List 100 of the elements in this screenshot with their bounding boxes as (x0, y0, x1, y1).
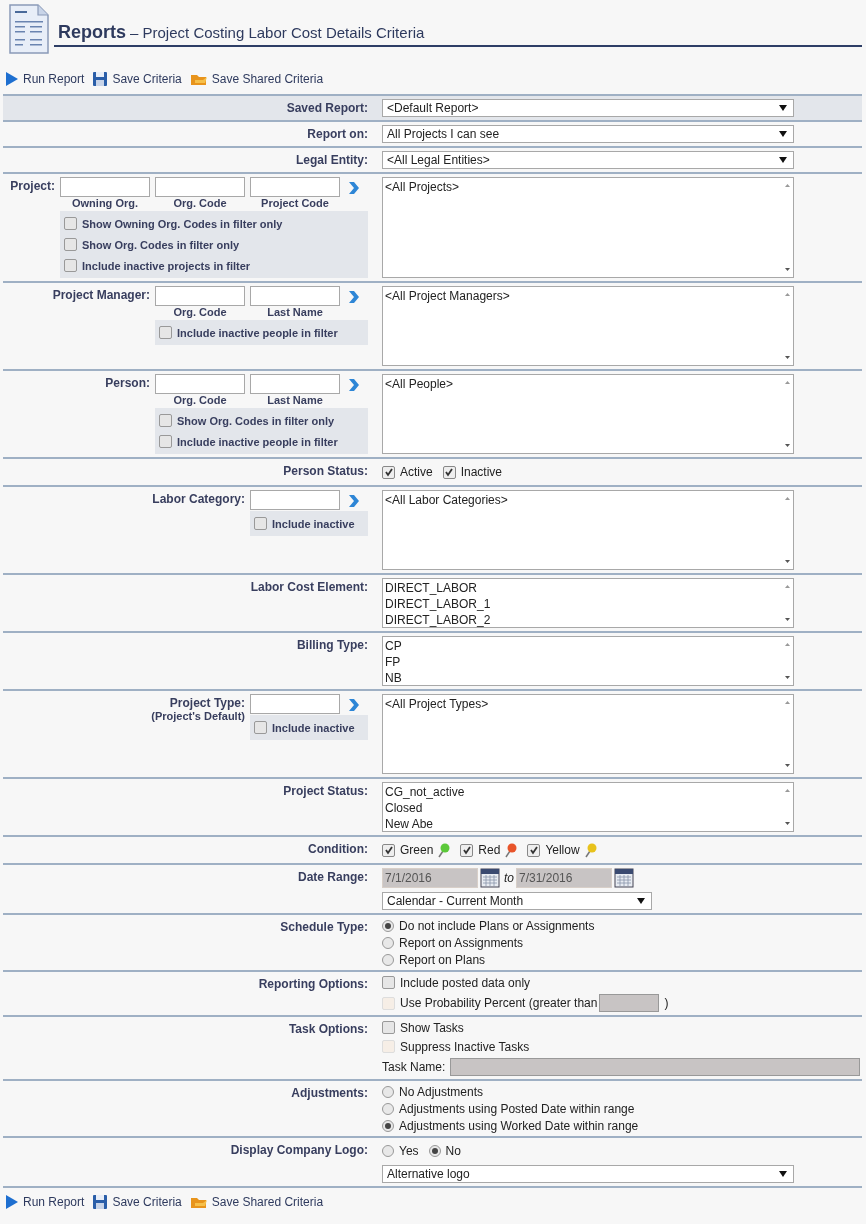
scroll-up-icon[interactable] (784, 700, 791, 705)
scroll-down-icon[interactable] (784, 355, 791, 360)
start-date-field[interactable]: 7/1/2016 (382, 868, 478, 888)
checkbox[interactable] (382, 843, 395, 857)
list-item[interactable]: <All Labor Categories> (385, 492, 508, 508)
save-button[interactable]: Save Criteria (92, 1194, 182, 1210)
dropdown[interactable]: All Projects I can see (382, 125, 794, 143)
chevron-right-icon[interactable] (348, 494, 360, 508)
checkbox[interactable] (159, 326, 172, 339)
chevron-right-icon[interactable] (348, 378, 360, 392)
checkbox[interactable] (442, 465, 456, 479)
list-box[interactable]: CP FP NB (382, 636, 794, 686)
filter-field[interactable] (250, 374, 340, 394)
radio-button[interactable] (382, 936, 394, 949)
scroll-down-icon[interactable] (784, 267, 791, 272)
list-box[interactable]: <All People> (382, 374, 794, 454)
list-item[interactable]: <All People> (385, 376, 454, 392)
run-button[interactable]: Run Report (5, 71, 85, 87)
checkbox-label: Inactive (460, 465, 503, 479)
scroll-down-icon[interactable] (784, 763, 791, 768)
scroll-up-icon[interactable] (784, 292, 791, 297)
calendar-icon[interactable] (614, 868, 634, 888)
radio-label: No Adjustments (399, 1084, 484, 1099)
radio-button[interactable] (382, 1119, 394, 1132)
scroll-up-icon[interactable] (784, 584, 791, 589)
radio-button[interactable] (382, 953, 394, 966)
end-date-field[interactable]: 7/31/2016 (516, 868, 612, 888)
checkbox[interactable] (64, 238, 77, 251)
caret-icon (637, 898, 645, 904)
filter-field[interactable] (155, 177, 245, 197)
list-item[interactable]: New Abe (385, 816, 465, 831)
checkbox[interactable] (382, 976, 395, 989)
chevron-right-icon[interactable] (348, 290, 360, 304)
filter-field[interactable] (250, 694, 340, 714)
checkbox[interactable] (254, 721, 267, 734)
list-item[interactable]: DIRECT_LABOR (385, 580, 491, 596)
scroll-down-icon[interactable] (784, 821, 791, 826)
checkbox[interactable] (382, 1021, 395, 1034)
calendar-icon[interactable] (480, 868, 500, 888)
chevron-right-icon[interactable] (348, 698, 360, 712)
checkbox[interactable] (460, 843, 474, 857)
list-item[interactable]: Closed (385, 800, 465, 816)
dropdown[interactable]: Calendar - Current Month (382, 892, 652, 910)
radio-button[interactable] (382, 1102, 394, 1115)
scroll-up-icon[interactable] (784, 642, 791, 647)
checkbox[interactable] (64, 217, 77, 230)
scroll-up-icon[interactable] (784, 496, 791, 501)
checkbox[interactable] (254, 517, 267, 530)
checkbox-label: Include inactive people in filter (177, 326, 338, 339)
filter-field[interactable] (60, 177, 150, 197)
percent-field[interactable] (599, 994, 660, 1012)
scroll-down-icon[interactable] (784, 559, 791, 564)
scroll-up-icon[interactable] (784, 183, 791, 188)
radio-button[interactable] (382, 1145, 394, 1157)
radio-button[interactable] (382, 1085, 394, 1098)
dropdown[interactable]: Alternative logo (382, 1165, 794, 1183)
list-box[interactable]: CG_not_active Closed New Abe (382, 782, 794, 832)
scroll-up-icon[interactable] (784, 788, 791, 793)
scroll-down-icon[interactable] (784, 617, 791, 622)
scroll-down-icon[interactable] (784, 443, 791, 448)
checkbox-label: Suppress Inactive Tasks (400, 1039, 530, 1054)
radio-button[interactable] (428, 1145, 441, 1157)
list-item[interactable]: <All Projects> (385, 179, 460, 195)
checkbox[interactable] (159, 414, 172, 427)
list-box[interactable]: <All Project Managers> (382, 286, 794, 366)
list-box[interactable]: <All Labor Categories> (382, 490, 794, 570)
list-item[interactable]: CG_not_active (385, 784, 465, 800)
list-item[interactable]: FP (385, 654, 402, 670)
save-button[interactable]: Save Criteria (92, 71, 182, 87)
list-item[interactable]: <All Project Managers> (385, 288, 510, 304)
chevron-right-icon[interactable] (348, 181, 360, 195)
list-item[interactable]: DIRECT_LABOR_2 (385, 612, 491, 627)
field-label: Legal Entity: (296, 152, 368, 167)
checkbox[interactable] (159, 435, 172, 448)
radio-button[interactable] (382, 919, 394, 932)
list-item[interactable]: DIRECT_LABOR_1 (385, 596, 491, 612)
list-item[interactable]: <All Project Types> (385, 696, 489, 712)
filter-field[interactable] (250, 177, 340, 197)
checkbox[interactable] (382, 465, 395, 479)
radio-label: Adjustments using Worked Date within range (399, 1118, 639, 1133)
list-item[interactable]: CP (385, 638, 402, 654)
filter-field[interactable] (155, 286, 245, 306)
list-box[interactable]: DIRECT_LABOR DIRECT_LABOR_1 DIRECT_LABOR_2 (382, 578, 794, 628)
dropdown[interactable]: <All Legal Entities> (382, 151, 794, 169)
shared-button[interactable]: Save Shared Criteria (189, 1194, 324, 1210)
scroll-down-icon[interactable] (784, 675, 791, 680)
shared-button[interactable]: Save Shared Criteria (189, 71, 324, 87)
filter-field[interactable] (250, 490, 340, 510)
list-box[interactable]: <All Project Types> (382, 694, 794, 774)
list-item[interactable]: NB (385, 670, 402, 685)
run-button[interactable]: Run Report (5, 1194, 85, 1210)
checkbox[interactable] (64, 259, 77, 272)
dropdown[interactable]: <Default Report> (382, 99, 794, 117)
list-box[interactable]: <All Projects> (382, 177, 794, 278)
scroll-up-icon[interactable] (784, 380, 791, 385)
task-name-field[interactable] (450, 1058, 861, 1076)
filter-field[interactable] (250, 286, 340, 306)
filter-field[interactable] (155, 374, 245, 394)
task-name-label: Task Name: (382, 1060, 446, 1074)
checkbox[interactable] (527, 843, 541, 857)
